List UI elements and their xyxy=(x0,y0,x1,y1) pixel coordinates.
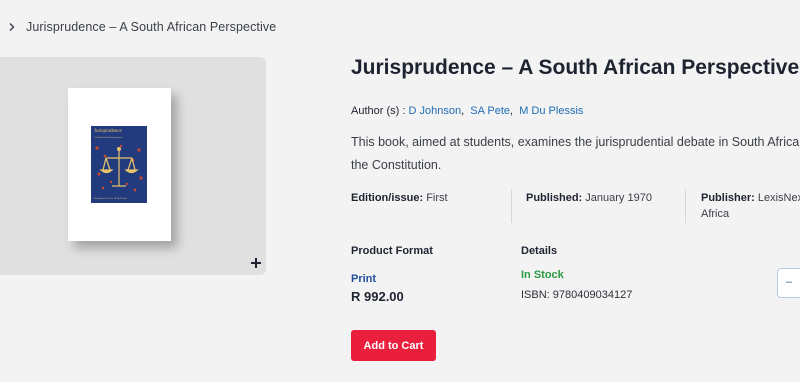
minus-symbol: – xyxy=(786,276,793,288)
description-line: This book, aimed at students, examines t… xyxy=(351,135,800,149)
edition-info: Edition/issue: First xyxy=(351,192,448,204)
product-format-label: Product Format xyxy=(351,245,433,257)
author-link[interactable]: M Du Plessis xyxy=(519,105,583,117)
published-label: Published: xyxy=(526,192,583,204)
authors-label: Author (s) : xyxy=(351,105,406,117)
product-price: R 992.00 xyxy=(351,289,404,304)
page-title: Jurisprudence – A South African Perspect… xyxy=(351,56,800,79)
publisher-label: Publisher: xyxy=(701,192,755,204)
cover-authors: D Johnson SA Pete M Du Plessis xyxy=(94,197,128,200)
publisher-value: LexisNexis xyxy=(757,192,800,204)
meta-divider xyxy=(685,189,686,223)
cover-title: Jurisprudence xyxy=(94,129,122,134)
published-value: January 1970 xyxy=(585,192,652,204)
add-to-cart-button[interactable]: Add to Cart xyxy=(351,330,436,361)
format-option-print[interactable]: Print xyxy=(351,273,376,285)
edition-label: Edition/issue: xyxy=(351,192,424,204)
quantity-decrease-button[interactable]: – xyxy=(777,268,800,298)
stock-status: In Stock xyxy=(521,269,564,281)
authors-line: Author (s) : D Johnson, SA Pete, M Du Pl… xyxy=(351,105,583,117)
book-cover-image: Jurisprudence A South African Perspectiv… xyxy=(91,126,147,203)
author-link[interactable]: D Johnson xyxy=(408,105,461,117)
published-info: Published: January 1970 xyxy=(526,192,652,204)
author-separator: , xyxy=(461,105,465,117)
publisher-info: Publisher: LexisNexis xyxy=(701,192,800,204)
edition-value: First xyxy=(426,192,448,204)
cover-subtitle: A South African Perspective xyxy=(94,136,123,139)
author-separator: , xyxy=(510,105,514,117)
author-link[interactable]: SA Pete xyxy=(470,105,510,117)
details-label: Details xyxy=(521,245,558,257)
publisher-value-cont: Africa xyxy=(701,208,730,220)
book-description: This book, aimed at students, examines t… xyxy=(351,131,800,177)
chevron-right-icon xyxy=(9,23,15,31)
meta-divider xyxy=(511,189,512,223)
breadcrumb: Jurisprudence – A South African Perspect… xyxy=(6,17,276,37)
isbn: ISBN: 9780409034127 xyxy=(521,289,633,301)
description-line: the Constitution. xyxy=(351,158,442,172)
plus-icon[interactable] xyxy=(249,256,263,270)
breadcrumb-current[interactable]: Jurisprudence – A South African Perspect… xyxy=(26,20,276,34)
